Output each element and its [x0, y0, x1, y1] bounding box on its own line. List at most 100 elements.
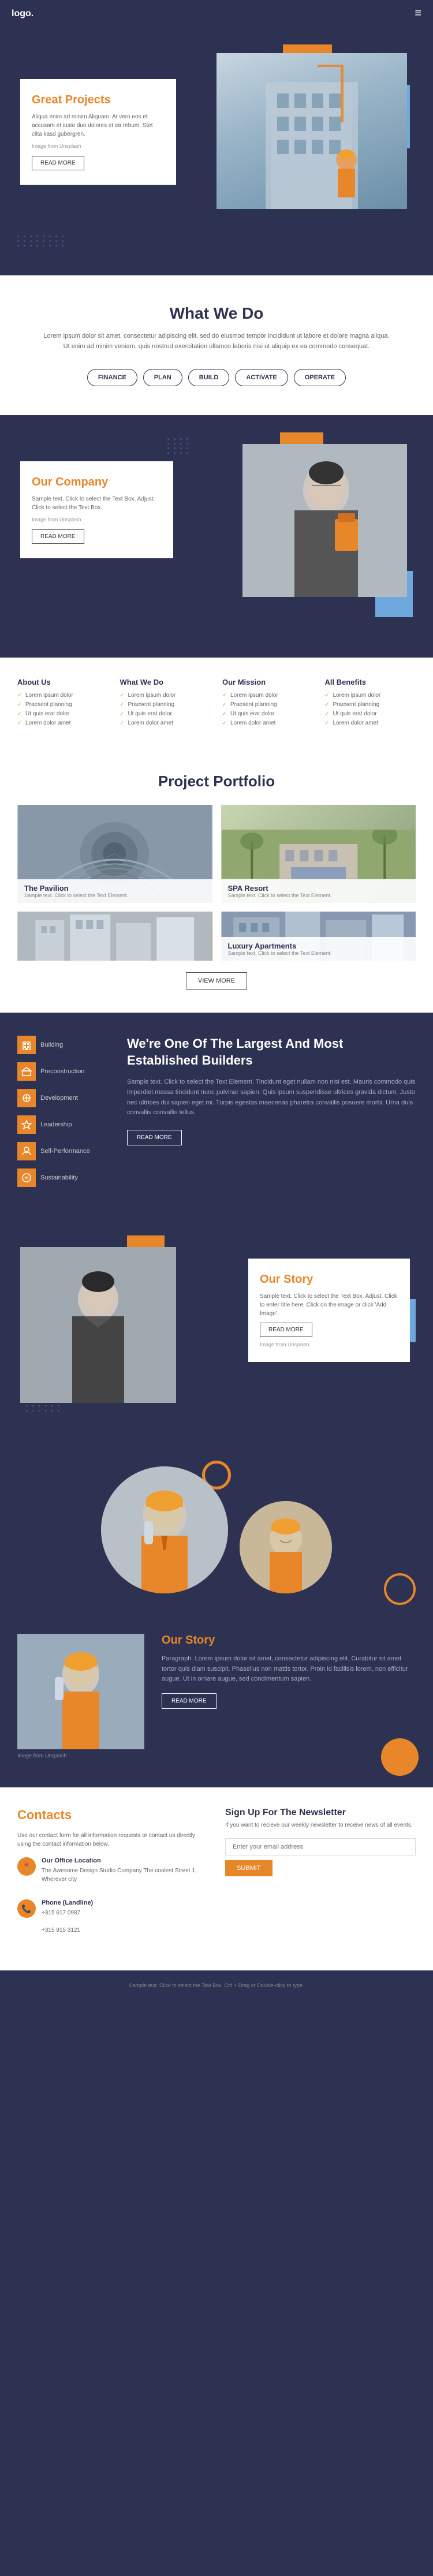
pill-finance[interactable]: FINANCE	[87, 369, 137, 386]
footer-text: Sample text. Click to select the Text Bo…	[17, 1983, 416, 1988]
hero-read-more-button[interactable]: READ MORE	[32, 156, 84, 170]
hero-image	[216, 53, 407, 209]
story2-content: Our Story Paragraph. Lorem ipsum dolor s…	[162, 1634, 416, 1709]
mission-item-2: Praesent planning	[222, 701, 313, 708]
hero-title: Great Projects	[32, 94, 165, 107]
about-us-item-3: Ut quis erat dolor	[17, 711, 109, 717]
about-col-what-we-do: What We Do Lorem ipsum dolor Praesent pl…	[120, 678, 211, 729]
phone-label: Phone (Landline)	[42, 1899, 93, 1906]
benefits-item-2: Praesent planning	[325, 701, 416, 708]
leadership-label: Leadership	[40, 1121, 72, 1128]
pills-container: FINANCE PLAN BUILD ACTIVATE OPERATE	[23, 369, 410, 386]
hero-image-label: Image from Unsplash	[32, 143, 165, 149]
benefits-item-1: Lorem ipsum dolor	[325, 692, 416, 699]
view-more-container: VIEW MORE	[17, 972, 416, 990]
builder-icon-development: Development	[17, 1089, 110, 1107]
what-we-do-description: Lorem ipsum dolor sit amet, consectetur …	[43, 331, 390, 352]
company-read-more-button[interactable]: READ MORE	[32, 529, 84, 544]
about-us-list: Lorem ipsum dolor Praesent planning Ut q…	[17, 692, 109, 726]
pill-activate[interactable]: ACTIVATE	[235, 369, 288, 386]
builder-icon-preconstruction: Preconstruction	[17, 1062, 110, 1081]
story1-section: Our Story Sample text. Click to select t…	[0, 1218, 433, 1449]
company-title: Our Company	[32, 476, 162, 489]
newsletter-submit-button[interactable]: SUBMIT	[225, 1860, 273, 1876]
story1-image	[20, 1247, 176, 1403]
about-col-benefits: All Benefits Lorem ipsum dolor Praesent …	[325, 678, 416, 729]
builders-read-more-button[interactable]: READ MORE	[127, 1130, 182, 1145]
newsletter-title: Sign Up For The Newsletter	[225, 1808, 416, 1818]
portfolio-item-luxury[interactable]: Luxury Apartments Sample text. Click to …	[221, 912, 416, 961]
spa-name: SPA Resort	[228, 884, 409, 893]
about-section: About Us Lorem ipsum dolor Praesent plan…	[0, 658, 433, 749]
story2-title: Our Story	[162, 1634, 416, 1647]
team-circle-medium	[240, 1501, 332, 1593]
portfolio-item-buildings[interactable]	[17, 912, 212, 961]
builder-icon-building: Building	[17, 1036, 110, 1054]
what-we-do-section: What We Do Lorem ipsum dolor sit amet, c…	[0, 275, 433, 415]
portfolio-item-pavilion[interactable]: The Pavilion Sample text. Click to selec…	[17, 805, 212, 903]
mission-item-1: Lorem ipsum dolor	[222, 692, 313, 699]
hamburger-menu-icon[interactable]: ≡	[415, 7, 421, 20]
pill-build[interactable]: BUILD	[188, 369, 230, 386]
navigation: logo. ≡	[0, 0, 433, 27]
story1-title: Our Story	[260, 1273, 398, 1286]
story1-read-more-button[interactable]: READ MORE	[260, 1323, 312, 1337]
newsletter-email-input[interactable]	[225, 1838, 416, 1856]
pill-plan[interactable]: PLAN	[143, 369, 182, 386]
phone-number1: +315 617 0987	[42, 1909, 93, 1917]
builder-icon-self-performance: Self-Performance	[17, 1142, 110, 1160]
spa-label: SPA Resort Sample text. Click to select …	[221, 879, 416, 903]
sustainability-label: Sustainability	[40, 1174, 78, 1181]
company-card: Our Company Sample text. Click to select…	[20, 461, 173, 558]
mission-list: Lorem ipsum dolor Praesent planning Ut q…	[222, 692, 313, 726]
leadership-icon	[17, 1115, 36, 1134]
phone-number2: +315 915 3121	[42, 1926, 93, 1935]
story2-read-more-button[interactable]: READ MORE	[162, 1693, 216, 1709]
preconstruction-icon	[17, 1062, 36, 1081]
portfolio-section: Project Portfolio	[0, 749, 433, 1013]
contacts-section: Contacts Use our contact form for all in…	[0, 1787, 433, 1970]
pavilion-name: The Pavilion	[24, 884, 206, 893]
team-small-ring	[384, 1573, 416, 1605]
story1-card: Our Story Sample text. Click to select t…	[248, 1259, 410, 1362]
builders-content: We're One Of The Largest And Most Establ…	[127, 1036, 416, 1145]
builders-icons-container: Building Preconstruction Development Lea…	[17, 1036, 110, 1195]
company-dots	[167, 438, 190, 454]
self-performance-icon	[17, 1142, 36, 1160]
contact-office-row: 📍 Our Office Location The Awesome Design…	[17, 1857, 208, 1892]
story1-image-label: Image from Unsplash	[260, 1342, 398, 1347]
what-we-do-item-3: Ut quis erat dolor	[120, 711, 211, 717]
portfolio-item-spa[interactable]: SPA Resort Sample text. Click to select …	[221, 805, 416, 903]
pavilion-label: The Pavilion Sample text. Click to selec…	[17, 879, 212, 903]
about-grid: About Us Lorem ipsum dolor Praesent plan…	[17, 678, 416, 729]
builder-icon-leadership: Leadership	[17, 1115, 110, 1134]
pill-operate[interactable]: OPERATE	[294, 369, 346, 386]
story2-image-label: Image from Unsplash	[17, 1753, 144, 1759]
team-section	[0, 1449, 433, 1616]
building-label: Building	[40, 1041, 63, 1048]
luxury-desc: Sample text. Click to select the Text El…	[228, 950, 409, 956]
about-col-about-us: About Us Lorem ipsum dolor Praesent plan…	[17, 678, 109, 729]
company-description: Sample text. Click to select the Text Bo…	[32, 495, 162, 512]
office-label: Our Office Location	[42, 1857, 208, 1864]
about-col-mission: Our Mission Lorem ipsum dolor Praesent p…	[222, 678, 313, 729]
benefits-list: Lorem ipsum dolor Praesent planning Ut q…	[325, 692, 416, 726]
buildings-image	[17, 912, 212, 961]
team-circle-large	[101, 1466, 228, 1593]
contacts-title: Contacts	[17, 1808, 208, 1823]
hero-section: Great Projects Aliqua enim ad minim Aliq…	[0, 27, 433, 275]
contacts-intro: Use our contact form for all information…	[17, 1831, 208, 1849]
portfolio-grid: The Pavilion Sample text. Click to selec…	[17, 805, 416, 961]
what-we-do-item-2: Praesent planning	[120, 701, 211, 708]
pavilion-desc: Sample text. Click to select the Text El…	[24, 893, 206, 898]
view-more-button[interactable]: VIEW MORE	[186, 972, 247, 990]
story2-image	[17, 1634, 144, 1749]
spa-desc: Sample text. Click to select the Text El…	[228, 893, 409, 898]
about-us-item-1: Lorem ipsum dolor	[17, 692, 109, 699]
phone-icon: 📞	[17, 1899, 36, 1918]
luxury-label: Luxury Apartments Sample text. Click to …	[221, 937, 416, 961]
benefits-title: All Benefits	[325, 678, 416, 686]
contact-office-info: Our Office Location The Awesome Design S…	[42, 1857, 208, 1892]
builder-icon-sustainability: Sustainability	[17, 1168, 110, 1187]
story2-section: Image from Unsplash Our Story Paragraph.…	[0, 1616, 433, 1787]
